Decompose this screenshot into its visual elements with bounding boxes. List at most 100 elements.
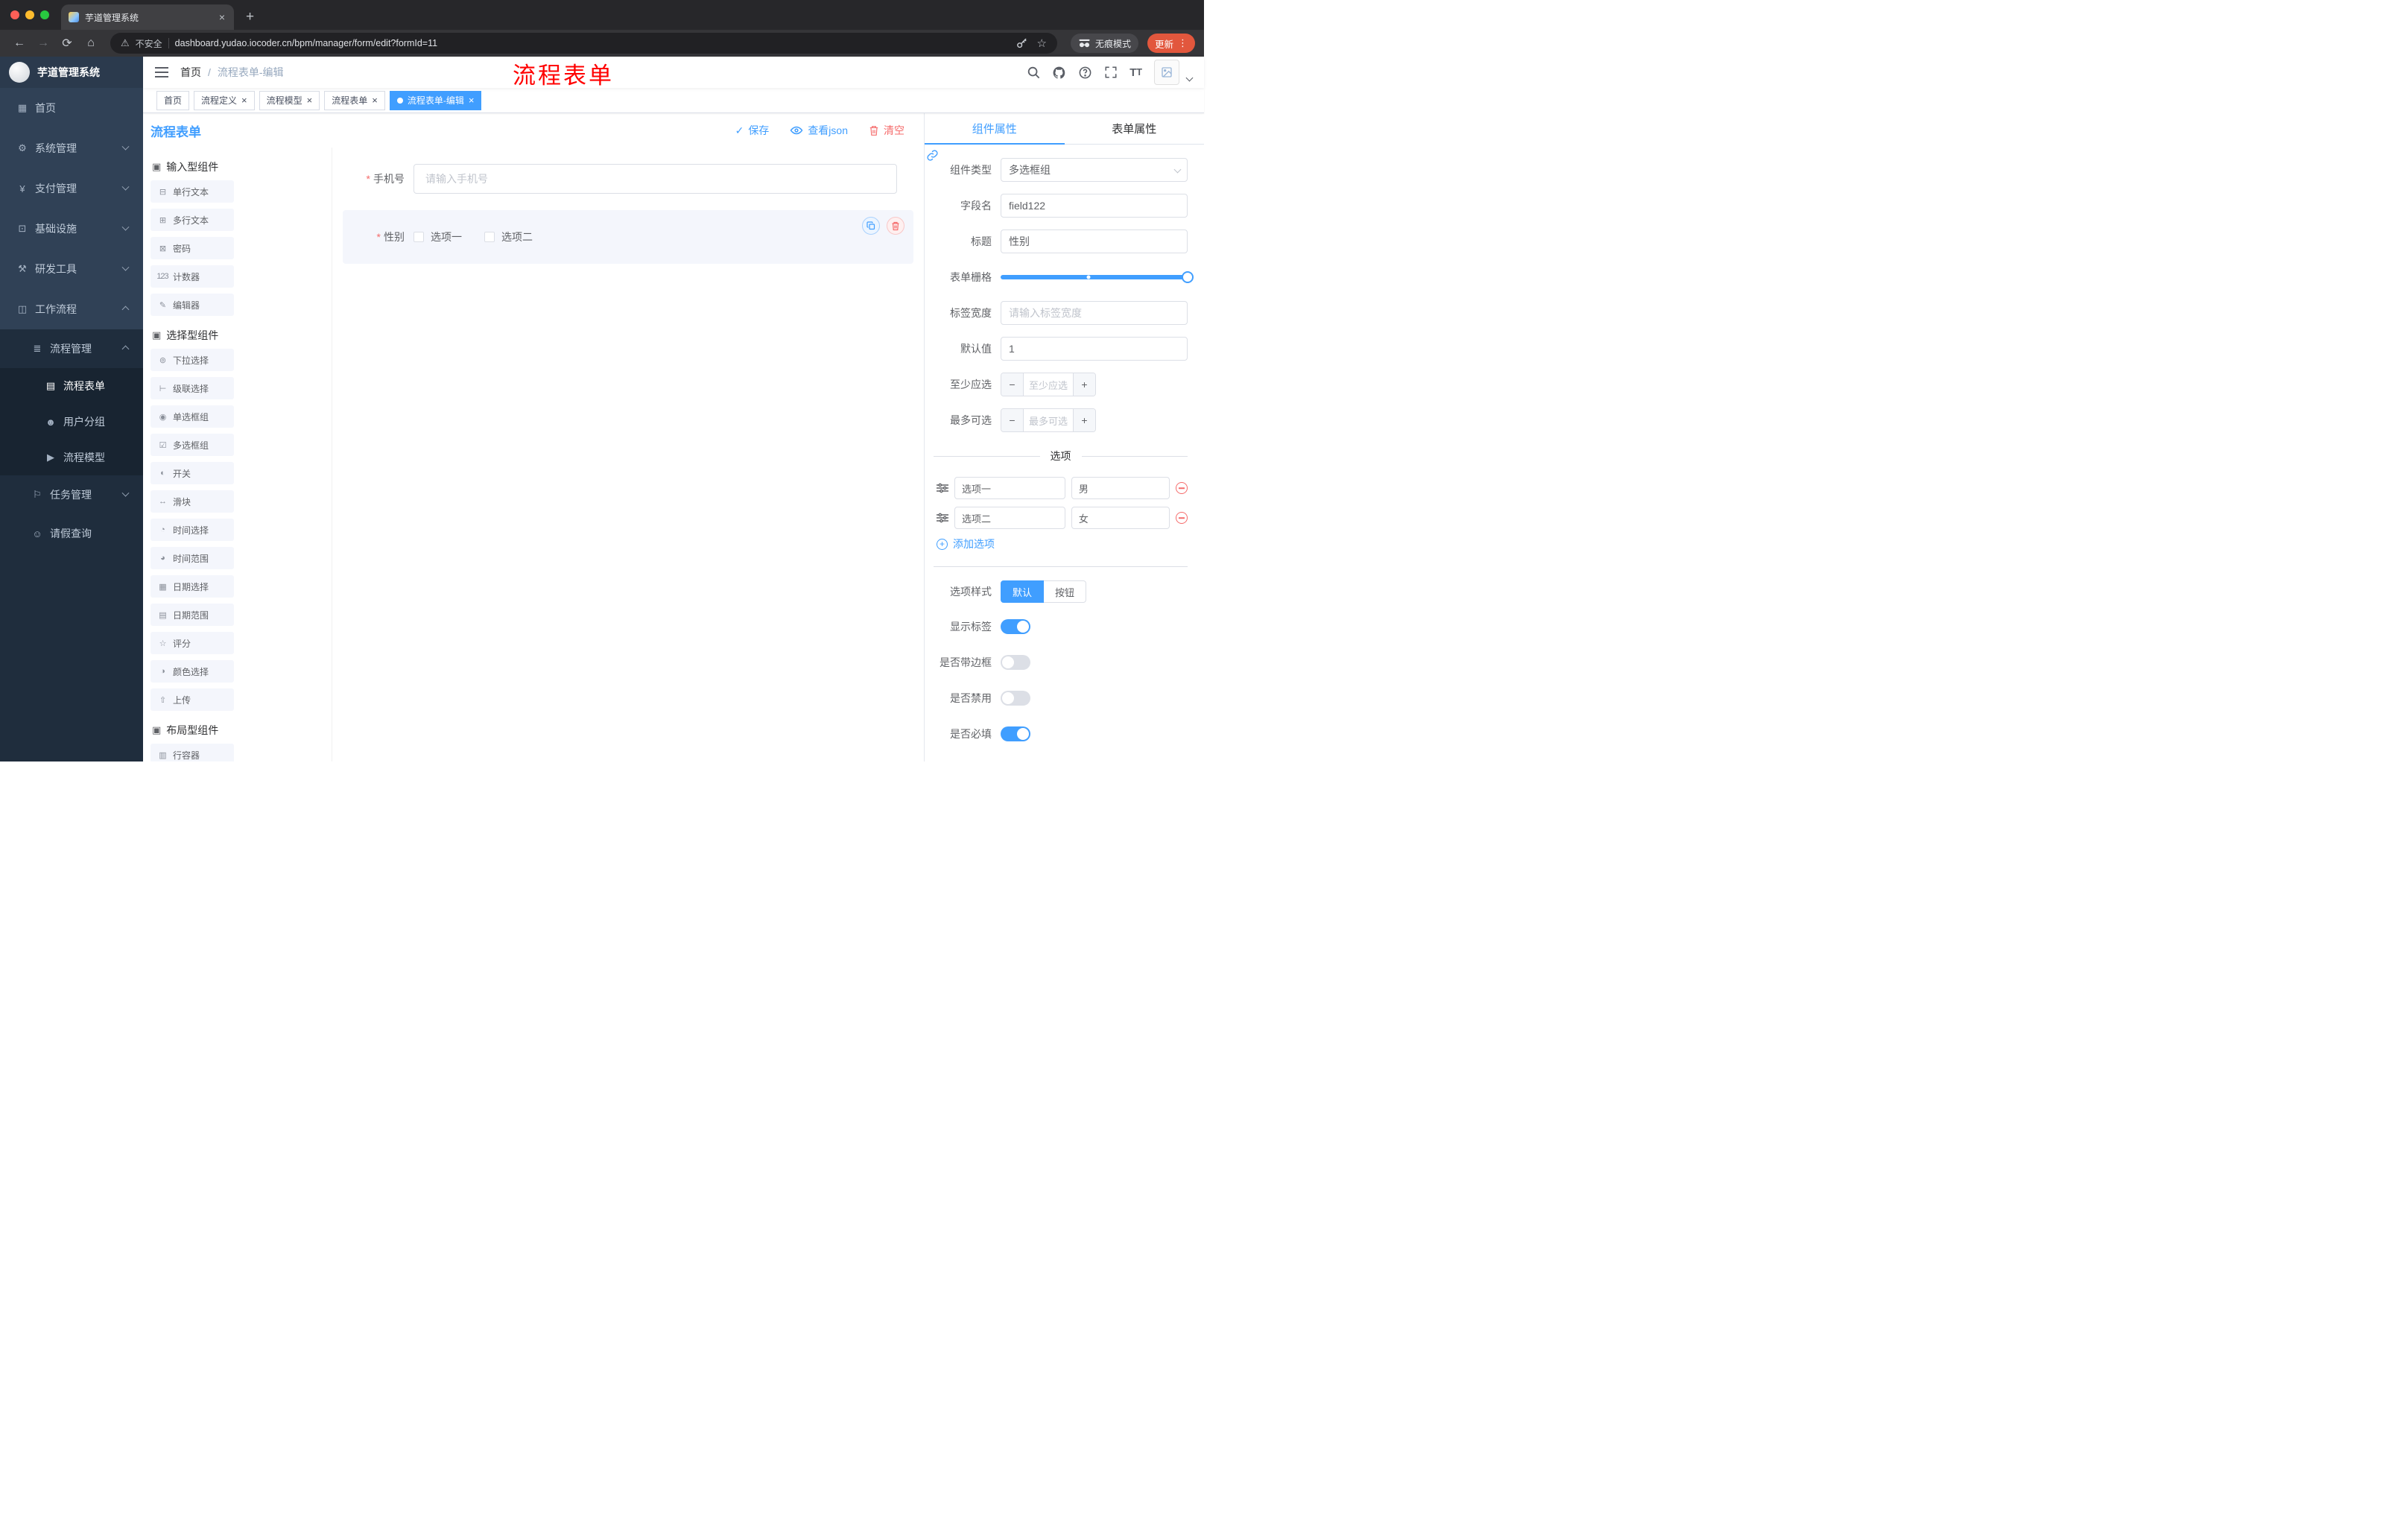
close-window-button[interactable] <box>10 10 19 19</box>
gender-option2-checkbox[interactable]: 选项二 <box>484 229 533 244</box>
gender-field-selected[interactable]: 性别 选项一 选项二 <box>343 210 913 264</box>
tab-component-props[interactable]: 组件属性 <box>925 113 1065 145</box>
tab-form-props[interactable]: 表单属性 <box>1065 113 1205 144</box>
sidebar-item-system[interactable]: ⚙ 系统管理 <box>0 128 143 168</box>
home-browser-icon[interactable]: ⌂ <box>80 33 101 54</box>
view-json-button[interactable]: 查看json <box>790 123 848 138</box>
delete-field-button[interactable] <box>887 217 904 235</box>
remove-option-icon[interactable] <box>1176 512 1188 524</box>
sidebar-item-leave-query[interactable]: ☺ 请假查询 <box>0 514 143 553</box>
phone-input[interactable] <box>414 164 897 194</box>
required-switch[interactable] <box>1001 726 1030 741</box>
default-value-input[interactable] <box>1001 337 1188 361</box>
sidebar-item-workflow[interactable]: ◫ 工作流程 <box>0 289 143 329</box>
search-icon[interactable] <box>1027 66 1040 79</box>
slider-handle[interactable] <box>1182 271 1194 283</box>
tag-process-definition[interactable]: 流程定义 × <box>194 90 255 110</box>
option-label-input[interactable] <box>954 477 1065 499</box>
gender-option1-checkbox[interactable]: 选项一 <box>414 229 462 244</box>
component-slider[interactable]: ↔ 滑块 <box>150 490 234 513</box>
component-select[interactable]: ⊚ 下拉选择 <box>150 349 234 371</box>
fullscreen-icon[interactable] <box>1104 66 1118 79</box>
tag-close-icon[interactable]: × <box>307 95 313 105</box>
field-name-input[interactable] <box>1001 194 1188 218</box>
github-icon[interactable] <box>1052 66 1066 80</box>
plus-button[interactable]: + <box>1073 373 1095 396</box>
address-bar[interactable]: ⚠ 不安全 dashboard.yudao.iocoder.cn/bpm/man… <box>110 33 1057 54</box>
browser-update-button[interactable]: 更新 ⋮ <box>1147 34 1195 53</box>
label-width-input[interactable] <box>1001 301 1188 325</box>
component-time-range[interactable]: ◕ 时间范围 <box>150 547 234 569</box>
option-label-input[interactable] <box>954 507 1065 529</box>
option-value-input[interactable] <box>1071 507 1170 529</box>
sidebar-item-payment[interactable]: ¥ 支付管理 <box>0 168 143 209</box>
component-upload[interactable]: ⇧ 上传 <box>150 688 234 711</box>
max-select-placeholder[interactable]: 最多可选 <box>1024 409 1073 431</box>
component-counter[interactable]: 123 计数器 <box>150 265 234 288</box>
plus-button[interactable]: + <box>1073 409 1095 431</box>
component-date-picker[interactable]: ▦ 日期选择 <box>150 575 234 598</box>
component-color-picker[interactable]: ◑ 颜色选择 <box>150 660 234 683</box>
sidebar-item-process-management[interactable]: ≣ 流程管理 <box>0 329 143 368</box>
component-checkbox-group[interactable]: ☑ 多选框组 <box>150 434 234 456</box>
minus-button[interactable]: − <box>1001 373 1024 396</box>
tag-process-form-edit[interactable]: 流程表单-编辑 × <box>389 90 482 110</box>
show-label-switch[interactable] <box>1001 619 1030 634</box>
component-date-range[interactable]: ▤ 日期范围 <box>150 604 234 626</box>
duplicate-field-button[interactable] <box>862 217 880 235</box>
tag-home[interactable]: 首页 <box>156 90 190 110</box>
grid-slider[interactable] <box>1001 265 1194 289</box>
tab-close-icon[interactable]: × <box>218 11 226 23</box>
sidebar-logo[interactable]: 芋道管理系统 <box>0 57 143 88</box>
avatar-caret-icon[interactable] <box>1185 74 1194 81</box>
drag-handle-icon[interactable] <box>937 483 948 493</box>
tag-close-icon[interactable]: × <box>469 95 475 105</box>
component-time-picker[interactable]: ◔ 时间选择 <box>150 519 234 541</box>
tag-close-icon[interactable]: × <box>372 95 378 105</box>
browser-tab[interactable]: 芋道管理系统 × <box>61 4 234 30</box>
bookmark-star-icon[interactable]: ☆ <box>1037 37 1047 50</box>
component-editor[interactable]: ✎ 编辑器 <box>150 294 234 316</box>
save-button[interactable]: ✓ 保存 <box>735 123 770 138</box>
sidebar-item-user-group[interactable]: ☻ 用户分组 <box>0 404 143 440</box>
sidebar-item-task-management[interactable]: ⚐ 任务管理 <box>0 475 143 514</box>
option-value-input[interactable] <box>1071 477 1170 499</box>
minimize-window-button[interactable] <box>25 10 34 19</box>
clear-button[interactable]: 清空 <box>869 123 904 138</box>
reload-icon[interactable]: ⟳ <box>57 33 77 54</box>
phone-field[interactable]: 手机号 <box>343 164 897 194</box>
minus-button[interactable]: − <box>1001 409 1024 431</box>
title-input[interactable] <box>1001 229 1188 253</box>
component-single-text[interactable]: ⊟ 单行文本 <box>150 180 234 203</box>
component-multi-text[interactable]: ⊞ 多行文本 <box>150 209 234 231</box>
collapse-sidebar-icon[interactable] <box>155 66 168 78</box>
help-icon[interactable] <box>1078 66 1092 80</box>
tag-process-form[interactable]: 流程表单 × <box>324 90 385 110</box>
new-tab-button[interactable]: + <box>246 4 254 30</box>
sidebar-item-infrastructure[interactable]: ⊡ 基础设施 <box>0 209 143 249</box>
password-key-icon[interactable] <box>1016 37 1028 50</box>
font-size-icon[interactable]: TT <box>1129 67 1142 78</box>
style-default-button[interactable]: 默认 <box>1001 580 1045 603</box>
breadcrumb-home[interactable]: 首页 <box>180 65 201 80</box>
style-button-button[interactable]: 按钮 <box>1044 580 1087 603</box>
component-row-container[interactable]: ▥ 行容器 <box>150 744 234 762</box>
component-radio-group[interactable]: ◉ 单选框组 <box>150 405 234 428</box>
tag-process-model[interactable]: 流程模型 × <box>259 90 320 110</box>
sidebar-item-process-model[interactable]: ▶ 流程模型 <box>0 440 143 475</box>
zoom-window-button[interactable] <box>40 10 49 19</box>
remove-option-icon[interactable] <box>1176 482 1188 494</box>
component-rate[interactable]: ☆ 评分 <box>150 632 234 654</box>
component-type-select[interactable] <box>1001 158 1188 182</box>
border-switch[interactable] <box>1001 655 1030 670</box>
drag-handle-icon[interactable] <box>937 513 948 523</box>
sidebar-item-process-form[interactable]: ▤ 流程表单 <box>0 368 143 404</box>
forward-icon[interactable]: → <box>33 33 54 54</box>
browser-menu-icon[interactable]: ⋮ <box>1178 37 1188 49</box>
component-switch[interactable]: ◐ 开关 <box>150 462 234 484</box>
avatar[interactable] <box>1154 60 1179 85</box>
add-option-button[interactable]: + 添加选项 <box>937 536 1188 551</box>
tag-close-icon[interactable]: × <box>241 95 247 105</box>
sidebar-item-devtools[interactable]: ⚒ 研发工具 <box>0 249 143 289</box>
sidebar-item-home[interactable]: ▦ 首页 <box>0 88 143 128</box>
